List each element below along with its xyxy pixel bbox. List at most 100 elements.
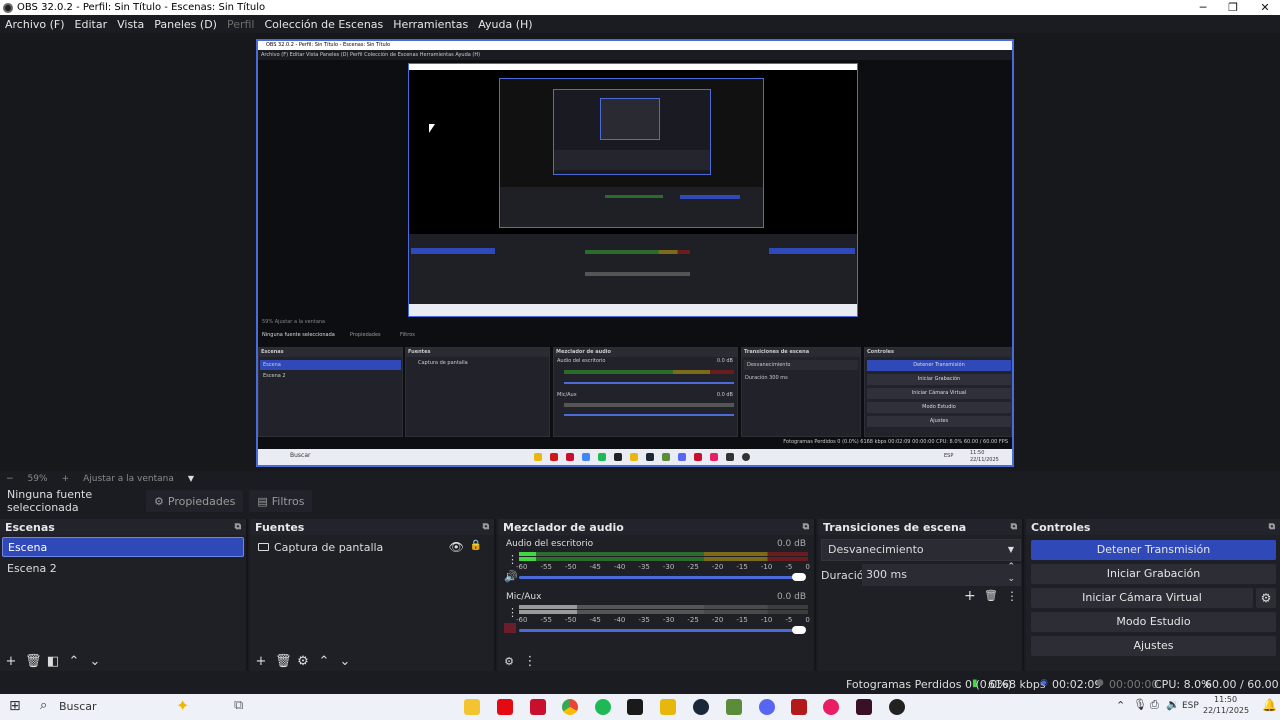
file-explorer-icon[interactable]: [464, 699, 480, 715]
volume-slider-track[interactable]: [519, 629, 799, 632]
undock-icon[interactable]: ⧉: [1011, 522, 1017, 532]
volume-icon[interactable]: 🔉: [1166, 698, 1180, 711]
add-source-icon[interactable]: +: [254, 654, 268, 669]
obs-taskbar-icon[interactable]: [889, 699, 905, 715]
move-down-icon[interactable]: ⌄: [338, 654, 352, 669]
undock-icon[interactable]: ⧉: [1269, 522, 1275, 532]
visibility-eye-icon[interactable]: 👁: [449, 540, 464, 554]
undock-icon[interactable]: ⧉: [235, 522, 241, 532]
volume-slider-track[interactable]: [519, 576, 799, 579]
tray-overflow-icon[interactable]: ⌃: [1116, 699, 1125, 712]
menu-edit[interactable]: Editar: [70, 18, 113, 31]
transition-select[interactable]: Desvanecimiento ▼: [821, 539, 1021, 561]
scene-filters-icon[interactable]: ◧: [46, 654, 60, 669]
volume-slider-handle[interactable]: [792, 573, 806, 581]
remove-scene-icon[interactable]: 🗑: [25, 654, 42, 669]
meter-tick-label: -10: [760, 563, 773, 571]
chrome-icon[interactable]: [562, 699, 578, 715]
mixer-title: Mezclador de audio: [503, 520, 624, 534]
notification-bell-icon[interactable]: 🔔: [1262, 698, 1277, 712]
filters-button[interactable]: ▤ Filtros: [249, 490, 313, 512]
preview-canvas[interactable]: OBS 32.0.2 - Perfil: Sin Título - Escena…: [256, 39, 1014, 467]
duration-spinbox[interactable]: 300 ms ⌃ ⌄: [862, 561, 1021, 586]
menu-help[interactable]: Ayuda (H): [473, 18, 537, 31]
task-view-icon[interactable]: ⧉: [234, 698, 243, 713]
language-indicator[interactable]: ESP: [1182, 701, 1199, 711]
remove-transition-icon[interactable]: 🗑: [984, 589, 998, 602]
menu-tools[interactable]: Herramientas: [388, 18, 473, 31]
lock-icon[interactable]: 🔒: [470, 540, 482, 551]
maximize-button[interactable]: ❐: [1218, 0, 1248, 15]
clock-date[interactable]: 22/11/2025: [1203, 706, 1249, 715]
media-player-icon[interactable]: [823, 699, 839, 715]
menu-docks[interactable]: Paneles (D): [149, 18, 222, 31]
printer-icon[interactable]: ⎙: [1150, 698, 1159, 712]
clock-time[interactable]: 11:50: [1214, 695, 1237, 704]
nested-status: Fotogramas Perdidos 0 (0.0%) 6168 kbps 0…: [783, 439, 1008, 445]
meter-tick-label: -30: [662, 616, 675, 624]
folder-icon[interactable]: [660, 699, 676, 715]
source-item-screen-capture[interactable]: Captura de pantalla 👁 🔒: [252, 537, 492, 557]
scene-item-escena-2[interactable]: Escena 2: [2, 559, 244, 579]
transition-menu-icon[interactable]: ⋮: [1006, 589, 1018, 603]
move-up-icon[interactable]: ⌃: [317, 654, 331, 669]
netflix-icon[interactable]: [497, 699, 513, 715]
nested-docks-level3: [554, 150, 710, 170]
nested-duration: Duración 300 ms: [742, 373, 860, 383]
spin-up-icon[interactable]: ⌃: [1007, 561, 1015, 573]
settings-button[interactable]: Ajustes: [1031, 636, 1276, 656]
mouse-cursor-icon: [429, 124, 435, 133]
speaker-icon[interactable]: 🔊: [504, 570, 518, 583]
move-down-icon[interactable]: ⌄: [88, 654, 102, 669]
muted-speaker-icon[interactable]: [504, 623, 516, 633]
taskbar-search-label[interactable]: Buscar: [59, 700, 97, 713]
capcut-icon[interactable]: [856, 699, 872, 715]
discord-icon[interactable]: [759, 699, 775, 715]
zoom-dropdown-icon[interactable]: ▼: [188, 474, 194, 483]
undock-icon[interactable]: ⧉: [483, 522, 489, 532]
advanced-audio-icon[interactable]: ⚙: [502, 655, 516, 668]
steam-icon[interactable]: [693, 699, 709, 715]
menu-view[interactable]: Vista: [112, 18, 149, 31]
fit-to-window-button[interactable]: Ajustar a la ventana: [83, 474, 174, 484]
nested-meter-l1b: [585, 272, 690, 276]
spotify-icon[interactable]: [595, 699, 611, 715]
pdf-app-icon[interactable]: [530, 699, 546, 715]
menu-profile[interactable]: Perfil: [222, 18, 260, 31]
epic-games-icon[interactable]: [627, 699, 643, 715]
studio-mode-button[interactable]: Modo Estudio: [1031, 612, 1276, 632]
undock-icon[interactable]: ⧉: [803, 522, 809, 532]
mixer-channel-desktop-audio: Audio del escritorio 0.0 dB ⋮ -60 -55 -50-…: [498, 539, 814, 589]
menu-file[interactable]: Archivo (F): [0, 18, 70, 31]
start-virtual-camera-button[interactable]: Iniciar Cámara Virtual: [1031, 588, 1253, 608]
virtual-camera-settings-gear-icon[interactable]: ⚙: [1256, 588, 1276, 608]
search-icon[interactable]: ⌕: [40, 698, 47, 713]
move-up-icon[interactable]: ⌃: [67, 654, 81, 669]
source-properties-gear-icon[interactable]: ⚙: [296, 654, 310, 669]
menu-scene-collection[interactable]: Colección de Escenas: [260, 18, 389, 31]
nested-taskbar: Buscar ESP 11:50 22/11/2025: [258, 449, 1012, 465]
close-button[interactable]: ✕: [1250, 0, 1280, 15]
stop-streaming-button[interactable]: Detener Transmisión: [1031, 540, 1276, 560]
minecraft-icon[interactable]: [726, 699, 742, 715]
start-recording-button[interactable]: Iniciar Grabación: [1031, 564, 1276, 584]
windows-start-icon[interactable]: ⊞: [9, 698, 21, 714]
spin-down-icon[interactable]: ⌄: [1007, 573, 1015, 585]
mixer-header: Mezclador de audio ⧉: [498, 519, 814, 535]
properties-button[interactable]: ⚙ Propiedades: [146, 490, 244, 512]
copilot-sparkle-icon[interactable]: ✦: [176, 696, 189, 715]
channel-db: 0.0 dB: [776, 592, 806, 602]
add-scene-icon[interactable]: +: [4, 654, 18, 669]
remove-source-icon[interactable]: 🗑: [275, 654, 292, 669]
minimize-button[interactable]: ─: [1188, 0, 1218, 15]
microphone-icon[interactable]: 🎙: [1133, 698, 1147, 711]
add-transition-icon[interactable]: +: [964, 588, 976, 604]
nested-minecraft-icon: [662, 453, 670, 461]
audio-meter-level-right: [519, 557, 536, 561]
volume-slider-handle[interactable]: [792, 626, 806, 634]
mixer-menu-icon[interactable]: ⋮: [523, 654, 537, 669]
zoom-out-button[interactable]: −: [6, 474, 14, 484]
scene-item-escena[interactable]: Escena: [2, 537, 244, 557]
zoom-in-button[interactable]: +: [62, 474, 70, 484]
game-app-icon[interactable]: [791, 699, 807, 715]
